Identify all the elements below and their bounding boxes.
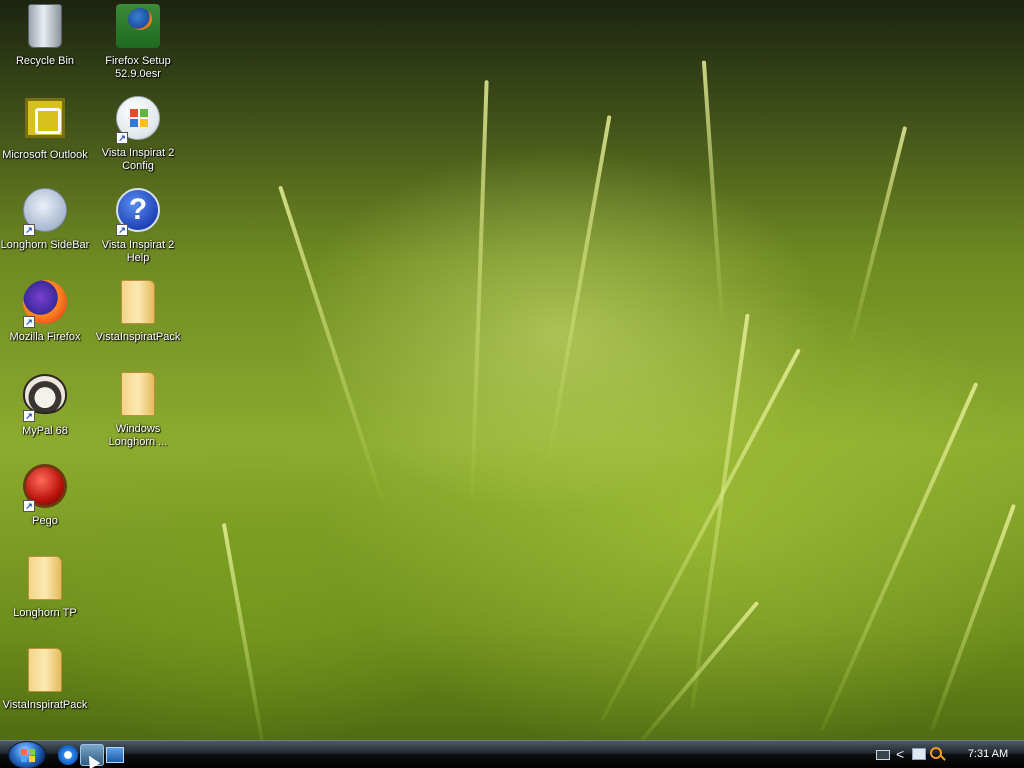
grass-blade bbox=[930, 503, 1016, 731]
network-icon[interactable] bbox=[912, 748, 926, 760]
grass-blade bbox=[820, 382, 979, 731]
help-icon: ? ↗ bbox=[114, 188, 162, 236]
folder-icon bbox=[21, 648, 69, 696]
mypal-icon: ↗ bbox=[21, 374, 69, 422]
firefox-icon: ↗ bbox=[21, 280, 69, 328]
icon-label: Pego bbox=[32, 515, 58, 527]
shortcut-arrow-icon: ↗ bbox=[116, 224, 128, 236]
tray-chevron-icon[interactable]: < bbox=[896, 746, 904, 762]
icon-label: VistaInspiratPack bbox=[2, 699, 88, 711]
desktop-icon-vista-inspirat-config[interactable]: ↗ Vista Inspirat 2 Config bbox=[93, 94, 183, 173]
grass-blade bbox=[640, 600, 760, 740]
shortcut-arrow-icon: ↗ bbox=[23, 410, 35, 422]
grass-blade bbox=[701, 60, 724, 321]
grass-blade bbox=[470, 80, 489, 501]
icon-label: MyPal 68 bbox=[22, 425, 68, 437]
zip-folder-icon bbox=[114, 280, 162, 328]
desktop-icon-vistainspiratpack-folder[interactable]: VistaInspiratPack bbox=[0, 646, 90, 712]
icon-label: Longhorn SideBar bbox=[0, 239, 90, 251]
desktop-icon-pego[interactable]: ↗ Pego bbox=[0, 462, 90, 528]
desktop-icon-longhorn-sidebar[interactable]: ↗ Longhorn SideBar bbox=[0, 186, 90, 252]
desktop-icon-vista-inspirat-help[interactable]: ? ↗ Vista Inspirat 2 Help bbox=[93, 186, 183, 265]
shortcut-arrow-icon: ↗ bbox=[23, 500, 35, 512]
outlook-icon bbox=[21, 98, 69, 146]
desktop-icon-recycle-bin[interactable]: Recycle Bin bbox=[0, 2, 90, 68]
pego-icon: ↗ bbox=[21, 464, 69, 512]
shortcut-arrow-icon: ↗ bbox=[116, 132, 128, 144]
grass-blade bbox=[545, 115, 612, 471]
desktop-icon-vistainspiratpack-zip[interactable]: VistaInspiratPack bbox=[93, 278, 183, 344]
icon-label: Mozilla Firefox bbox=[9, 331, 81, 343]
shortcut-arrow-icon: ↗ bbox=[23, 224, 35, 236]
windows-logo-icon: ↗ bbox=[114, 96, 162, 144]
system-tray: < 7:31 AM bbox=[874, 741, 1024, 768]
desktop-icon-longhorn-tp[interactable]: Longhorn TP bbox=[0, 554, 90, 620]
show-desktop-icon[interactable] bbox=[106, 747, 124, 763]
icon-label: Firefox Setup 52.9.0esr bbox=[105, 55, 171, 80]
icon-label: Vista Inspirat 2 Help bbox=[101, 239, 175, 264]
desktop-icon-mozilla-firefox[interactable]: ↗ Mozilla Firefox bbox=[0, 278, 90, 344]
desktop-icon-microsoft-outlook[interactable]: Microsoft Outlook bbox=[0, 94, 90, 162]
taskbar[interactable]: < 7:31 AM bbox=[0, 740, 1024, 768]
recycle-bin-icon bbox=[21, 4, 69, 52]
sidebar-icon: ↗ bbox=[21, 188, 69, 236]
icon-label: Windows Longhorn ... bbox=[108, 423, 168, 448]
zip-folder-icon bbox=[114, 372, 162, 420]
grass-blade bbox=[690, 313, 750, 711]
icon-label: Recycle Bin bbox=[15, 55, 75, 67]
keyboard-icon[interactable] bbox=[876, 750, 890, 760]
desktop-icon-windows-longhorn-zip[interactable]: Windows Longhorn ... bbox=[93, 370, 183, 449]
taskbar-clock[interactable]: 7:31 AM bbox=[958, 748, 1018, 761]
icon-label: Microsoft Outlook bbox=[2, 149, 88, 161]
icon-label: Longhorn TP bbox=[13, 607, 77, 619]
icon-label: VistaInspiratPack bbox=[95, 331, 181, 343]
firefox-setup-icon bbox=[114, 4, 162, 52]
desktop-icon-firefox-setup[interactable]: Firefox Setup 52.9.0esr bbox=[93, 2, 183, 81]
desktop-icon-mypal-68[interactable]: ↗ MyPal 68 bbox=[0, 370, 90, 438]
grass-blade bbox=[221, 522, 264, 740]
folder-icon bbox=[21, 556, 69, 604]
shortcut-arrow-icon: ↗ bbox=[23, 316, 35, 328]
start-orb-icon[interactable] bbox=[8, 741, 46, 768]
grass-blade bbox=[850, 126, 908, 341]
grass-blade bbox=[278, 185, 384, 501]
internet-explorer-icon[interactable] bbox=[58, 745, 78, 765]
icon-label: Vista Inspirat 2 Config bbox=[101, 147, 175, 172]
search-icon[interactable] bbox=[930, 747, 942, 759]
